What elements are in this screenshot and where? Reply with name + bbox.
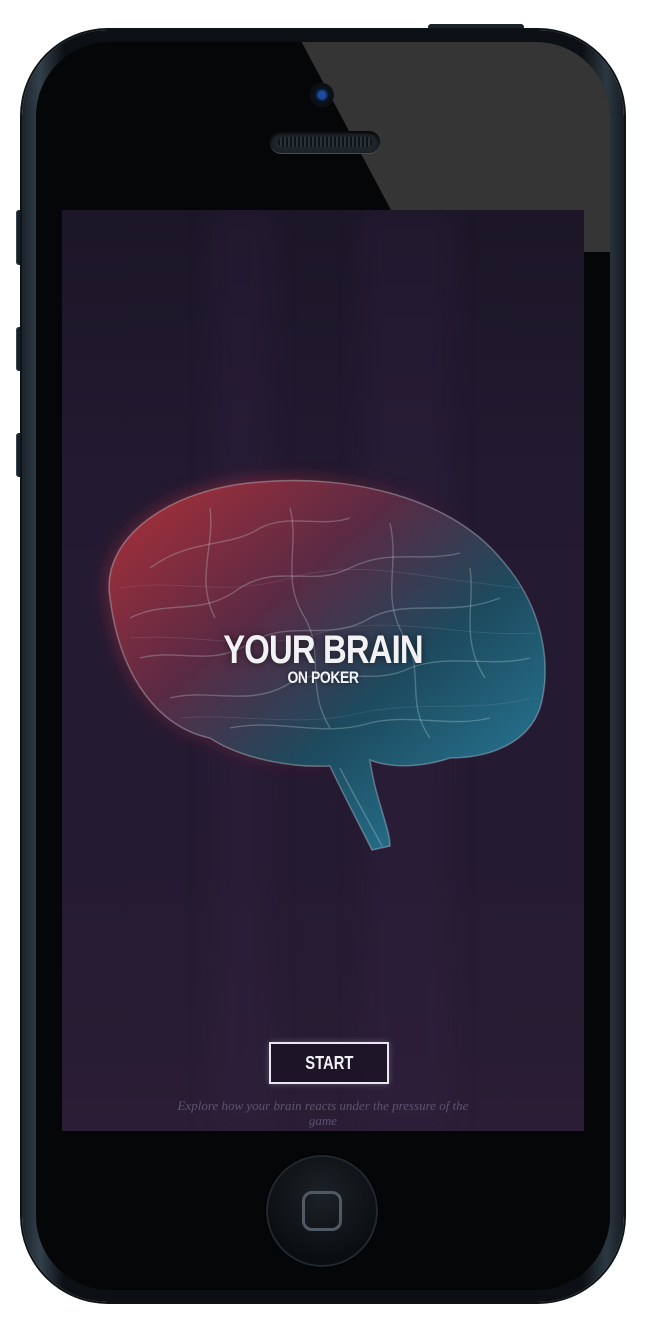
speaker-icon — [270, 131, 380, 153]
app-subtitle: ON POKER — [287, 668, 359, 687]
home-button-icon — [302, 1191, 342, 1231]
description-text: Explore how your brain reacts under the … — [177, 1098, 469, 1128]
app-title: YOUR BRAIN — [223, 628, 423, 672]
home-button[interactable] — [266, 1155, 378, 1267]
camera-icon — [310, 83, 334, 107]
start-button[interactable]: START — [269, 1042, 389, 1084]
app-screen: YOUR BRAIN ON POKER START Explore how yo… — [62, 210, 584, 1131]
start-button-label: START — [304, 1052, 354, 1073]
